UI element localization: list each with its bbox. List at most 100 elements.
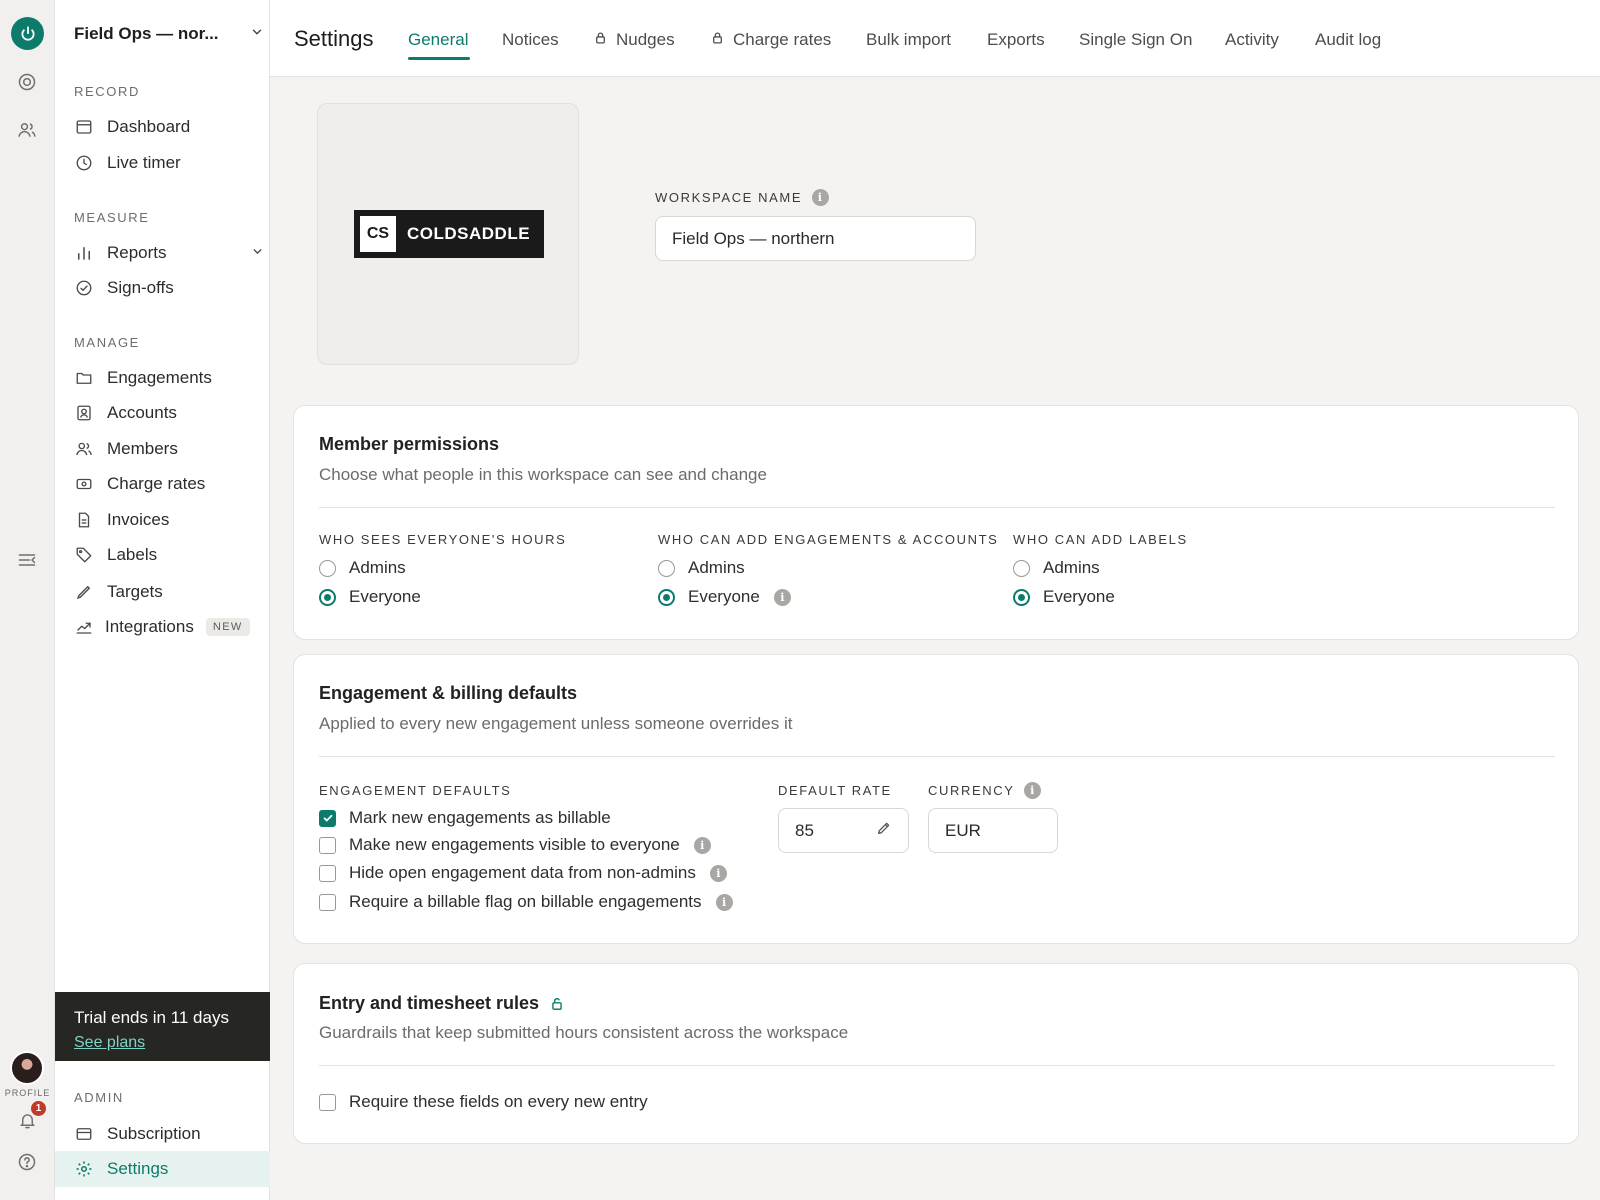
sidebar-item-targets[interactable]: Targets <box>74 577 264 607</box>
checkbox-require-billable-flag[interactable]: Require a billable flag on billable enga… <box>319 890 733 914</box>
tab-notices[interactable]: Notices <box>502 29 559 51</box>
divider <box>319 1065 1555 1066</box>
help-icon[interactable] <box>15 1150 39 1174</box>
tab-charge-rates[interactable]: Charge rates <box>711 29 831 51</box>
app-rail: PROFILE 1 <box>0 0 55 1200</box>
divider <box>319 507 1555 508</box>
trial-text: Trial ends in 11 days <box>74 1008 229 1027</box>
radio-engagements-admins[interactable]: Admins <box>658 556 745 580</box>
sidebar-item-integrations[interactable]: Integrations NEW <box>74 612 264 642</box>
radio-label: Admins <box>349 558 406 577</box>
chevron-down-icon <box>250 25 264 44</box>
default-rate-value: 85 <box>795 820 814 840</box>
section-record: RECORD <box>74 84 140 99</box>
lock-icon <box>594 30 607 50</box>
sidebar-item-label: Reports <box>107 243 167 262</box>
target-icon[interactable] <box>15 70 39 94</box>
section-manage: MANAGE <box>74 335 140 350</box>
tab-audit-log[interactable]: Audit log <box>1315 29 1381 51</box>
tab-single-sign-on[interactable]: Single Sign On <box>1079 29 1192 51</box>
radio-button <box>1013 559 1030 577</box>
checkbox-require-fields[interactable]: Require these fields on every new entry <box>319 1090 648 1114</box>
checkbox-label: Make new engagements visible to everyone <box>349 835 680 854</box>
member-permissions-card: Member permissions Choose what people in… <box>293 405 1579 640</box>
card-subtitle: Applied to every new engagement unless s… <box>319 714 793 733</box>
sidebar: Field Ops — nor... RECORD Dashboard Live… <box>55 0 270 1200</box>
sidebar-item-sign-offs[interactable]: Sign-offs <box>74 273 264 303</box>
workspace-switcher[interactable]: Field Ops — nor... <box>74 20 264 48</box>
power-icon[interactable] <box>11 17 44 50</box>
workspace-logo-upload[interactable]: CS COLDSADDLE <box>317 103 579 365</box>
card-title: Entry and timesheet rules <box>319 993 564 1014</box>
radio-button-selected <box>319 588 336 606</box>
sidebar-item-accounts[interactable]: Accounts <box>74 398 264 428</box>
tab-exports[interactable]: Exports <box>987 29 1045 51</box>
card-title-text: Entry and timesheet rules <box>319 993 540 1013</box>
info-icon[interactable]: i <box>773 588 791 606</box>
card-title: Engagement & billing defaults <box>319 683 578 703</box>
checkbox-label: Mark new engagements as billable <box>349 808 611 827</box>
sidebar-item-settings[interactable]: Settings <box>55 1151 270 1187</box>
card-subtitle: Choose what people in this workspace can… <box>319 465 767 484</box>
checkbox <box>319 1093 336 1111</box>
info-icon[interactable]: i <box>1024 782 1042 799</box>
see-plans-link[interactable]: See plans <box>74 1034 145 1052</box>
sidebar-item-engagements[interactable]: Engagements <box>74 363 264 393</box>
radio-hours-everyone[interactable]: Everyone <box>319 585 421 609</box>
entry-rules-card: Entry and timesheet rules Guardrails tha… <box>293 963 1579 1144</box>
radio-label: Everyone <box>688 587 760 606</box>
collapse-sidebar-icon[interactable] <box>15 548 39 572</box>
permission-group-label: WHO CAN ADD ENGAGEMENTS & ACCOUNTS <box>658 532 999 547</box>
chevron-down-icon <box>251 243 264 263</box>
currency-input[interactable]: EUR <box>928 808 1058 853</box>
radio-label: Admins <box>688 558 745 577</box>
folder-icon <box>74 368 94 388</box>
pencil-icon[interactable] <box>876 820 892 841</box>
tab-bulk-import[interactable]: Bulk import <box>866 29 951 51</box>
checkbox-billable[interactable]: Mark new engagements as billable <box>319 806 611 830</box>
tab-label: Charge rates <box>733 30 832 49</box>
credit-card-icon <box>74 1124 94 1144</box>
workspace-name-input[interactable]: Field Ops — northern <box>655 216 976 261</box>
sidebar-item-dashboard[interactable]: Dashboard <box>74 112 264 142</box>
radio-hours-admins[interactable]: Admins <box>319 556 406 580</box>
sidebar-item-live-timer[interactable]: Live timer <box>74 148 264 178</box>
check-circle-icon <box>74 278 94 298</box>
radio-button-selected <box>1013 588 1030 606</box>
default-rate-input[interactable]: 85 <box>778 808 909 853</box>
sidebar-item-subscription[interactable]: Subscription <box>74 1119 264 1149</box>
sidebar-item-invoices[interactable]: Invoices <box>74 505 264 535</box>
tab-general[interactable]: General <box>408 29 468 51</box>
info-icon[interactable]: i <box>693 836 711 854</box>
info-icon[interactable]: i <box>709 864 727 882</box>
tab-nudges[interactable]: Nudges <box>594 29 675 51</box>
card-subtitle: Guardrails that keep submitted hours con… <box>319 1023 849 1042</box>
avatar[interactable] <box>10 1051 44 1085</box>
active-tab-indicator <box>408 57 470 60</box>
info-icon[interactable]: i <box>715 893 733 911</box>
trend-icon <box>74 617 94 637</box>
checkbox-visible-to-everyone[interactable]: Make new engagements visible to everyone… <box>319 833 711 857</box>
team-icon[interactable] <box>15 118 39 142</box>
radio-engagements-everyone[interactable]: Everyone i <box>658 585 791 609</box>
radio-labels-admins[interactable]: Admins <box>1013 556 1100 580</box>
currency-label: CURRENCY i <box>928 782 1042 799</box>
sidebar-item-label: Accounts <box>107 403 177 422</box>
sidebar-item-charge-rates[interactable]: Charge rates <box>74 469 264 499</box>
radio-labels-everyone[interactable]: Everyone <box>1013 585 1115 609</box>
sidebar-item-labels[interactable]: Labels <box>74 540 264 570</box>
workspace-name-label: WORKSPACE NAME i <box>655 189 830 206</box>
sidebar-item-label: Invoices <box>107 510 170 529</box>
workspace-switcher-name: Field Ops — nor... <box>74 24 219 43</box>
tab-activity[interactable]: Activity <box>1225 29 1279 51</box>
sidebar-item-label: Dashboard <box>107 117 191 136</box>
checkbox-hide-open-data[interactable]: Hide open engagement data from non-admin… <box>319 861 727 885</box>
sidebar-item-members[interactable]: Members <box>74 434 264 464</box>
workspace-logo: CS COLDSADDLE <box>354 210 544 258</box>
document-icon <box>74 510 94 530</box>
lock-icon <box>711 30 724 50</box>
sidebar-item-reports[interactable]: Reports <box>74 238 264 268</box>
info-icon[interactable]: i <box>812 189 830 206</box>
logo-initials: CS <box>360 216 396 252</box>
permission-group-label: WHO SEES EVERYONE'S HOURS <box>319 532 567 547</box>
